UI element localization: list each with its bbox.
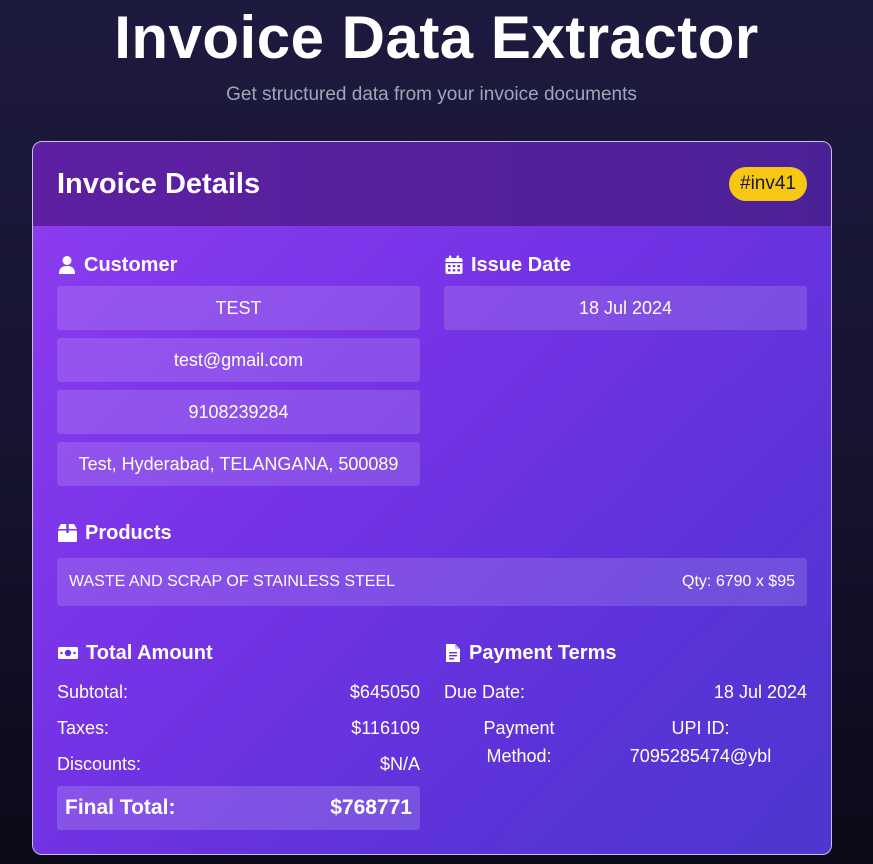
total-amount-heading-label: Total Amount — [86, 641, 213, 664]
due-date-value: 18 Jul 2024 — [713, 682, 807, 702]
customer-name: TEST — [57, 286, 420, 330]
page-subtitle: Get structured data from your invoice do… — [226, 84, 637, 105]
final-total-label: Final Total: — [65, 796, 176, 819]
invoice-number-badge: #inv41 — [729, 167, 807, 201]
product-qty: Qty: 6790 x $95 — [682, 573, 795, 590]
products-heading-label: Products — [85, 521, 172, 544]
discounts-value: $N/A — [379, 754, 420, 774]
issue-date-value: 18 Jul 2024 — [444, 286, 807, 330]
total-amount-heading: Total Amount — [57, 640, 213, 666]
taxes-value: $116109 — [351, 718, 420, 738]
final-total-row: Final Total: $768771 — [57, 786, 420, 830]
calendar-icon — [445, 255, 463, 274]
issue-date-heading: Issue Date — [444, 252, 571, 278]
payment-terms-heading-label: Payment Terms — [469, 641, 617, 664]
subtotal-value: $645050 — [349, 682, 420, 702]
payment-method-value-line1: UPI ID: — [671, 718, 730, 738]
products-heading: Products — [57, 520, 172, 546]
user-icon — [59, 256, 75, 274]
payment-method-value: UPI ID: 7095285474@ybl — [594, 714, 807, 770]
payment-method-label: Payment Method: — [444, 714, 594, 770]
payment-method-label-line1: Payment — [483, 718, 555, 738]
issue-date-heading-label: Issue Date — [471, 253, 572, 276]
subtotal-label: Subtotal: — [57, 682, 129, 702]
card-title: Invoice Details — [57, 168, 261, 200]
document-icon — [446, 644, 460, 662]
money-icon — [58, 647, 78, 659]
card-header: Invoice Details #inv41 — [33, 142, 831, 226]
customer-email: test@gmail.com — [57, 338, 420, 382]
customer-heading: Customer — [57, 252, 177, 278]
product-row: WASTE AND SCRAP OF STAINLESS STEEL Qty: … — [57, 558, 807, 606]
page-title: Invoice Data Extractor — [114, 4, 759, 71]
final-total-value: $768771 — [330, 796, 412, 819]
box-icon — [58, 524, 77, 542]
customer-phone: 9108239284 — [57, 390, 420, 434]
payment-method-value-line2: 7095285474@ybl — [629, 746, 772, 766]
due-date-label: Due Date: — [444, 682, 526, 702]
taxes-label: Taxes: — [57, 718, 110, 738]
product-name: WASTE AND SCRAP OF STAINLESS STEEL — [69, 573, 396, 590]
payment-terms-heading: Payment Terms — [444, 640, 616, 666]
payment-method-label-line2: Method: — [486, 746, 552, 766]
customer-address: Test, Hyderabad, TELANGANA, 500089 — [57, 442, 420, 486]
customer-heading-label: Customer — [84, 253, 178, 276]
discounts-label: Discounts: — [57, 754, 142, 774]
invoice-card: Invoice Details #inv41 Customer TEST tes… — [32, 141, 832, 855]
